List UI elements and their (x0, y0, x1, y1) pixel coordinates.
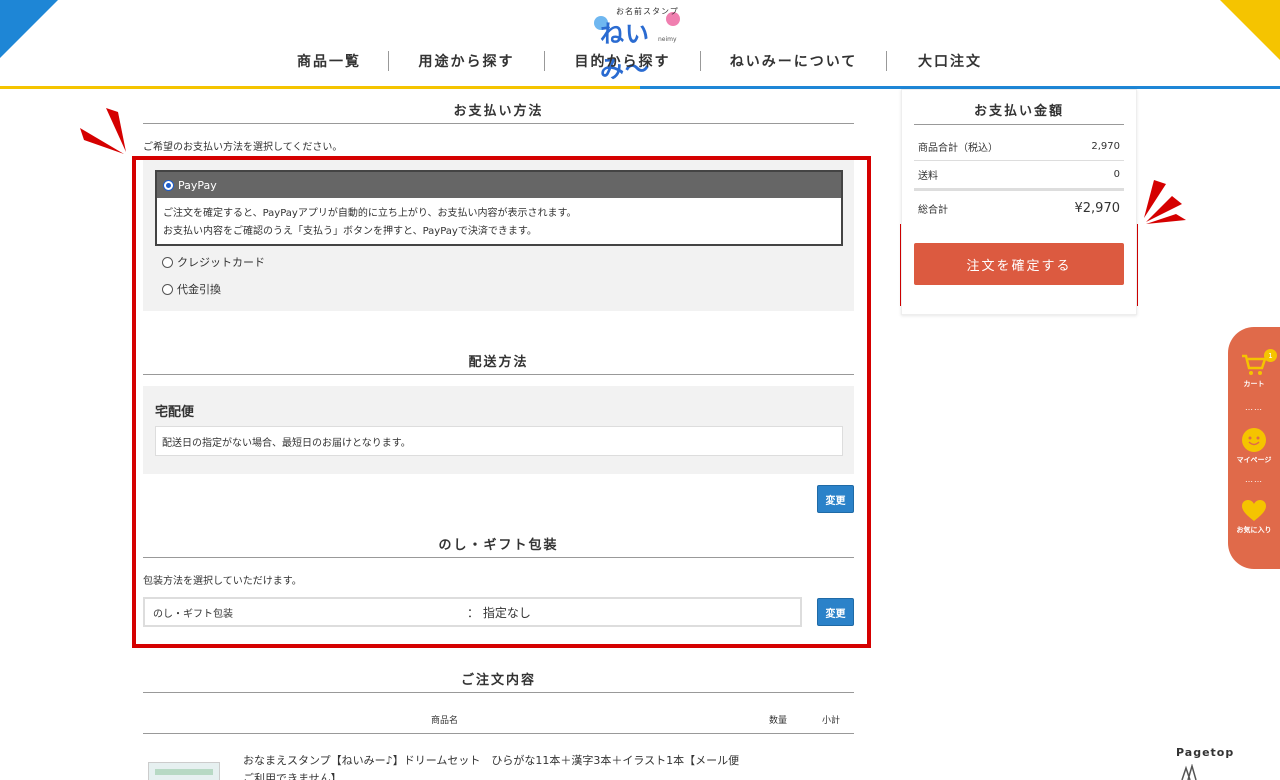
summary-divider (914, 188, 1124, 191)
payment-note: ご希望のお支払い方法を選択してください。 (143, 142, 343, 153)
summary-row-total: 総合計 ¥2,970 (914, 194, 1124, 222)
side-dots: …… (1245, 475, 1263, 484)
total-value: ¥2,970 (1074, 200, 1121, 216)
col-header-subtotal: 小計 (822, 716, 841, 726)
summary-label: 送料 (918, 171, 938, 182)
header-corner-yellow (1220, 0, 1280, 60)
site-logo[interactable]: お名前スタンプ ねいみ〜 neimy (592, 6, 688, 83)
pagetop-arrow-icon[interactable] (1180, 764, 1204, 780)
summary-title: お支払い金額 (914, 100, 1124, 125)
order-section-title: ご注文内容 (143, 669, 854, 693)
nav-item-bulk-order[interactable]: 大口注文 (887, 51, 1013, 71)
cart-label: カート (1243, 380, 1265, 388)
heart-icon (1242, 500, 1266, 521)
side-favorite[interactable]: お気に入り (1228, 499, 1280, 535)
summary-value: 2,970 (1091, 141, 1120, 152)
summary-row-subtotal: 商品合計（税込） 2,970 (914, 133, 1124, 161)
product-thumbnail[interactable] (148, 762, 220, 780)
nav-item-about[interactable]: ねいみーについて (701, 51, 886, 71)
global-nav: 商品一覧 用途から探す 目的から探す ねいみーについて 大口注文 (270, 48, 1013, 74)
col-header-name: 商品名 (431, 716, 459, 726)
side-menu: カート 1 …… マイページ …… お気に入り (1228, 327, 1280, 569)
payment-section-title: お支払い方法 (143, 100, 854, 124)
side-dots: …… (1245, 403, 1263, 412)
pagetop-link[interactable]: Pagetop (1176, 746, 1234, 759)
favorite-label: お気に入り (1236, 526, 1272, 534)
summary-row-shipping: 送料 0 (914, 161, 1124, 189)
product-name[interactable]: おなまえスタンプ【ねいみー♪】ドリームセット ひらがな11本＋漢字3本＋イラスト… (243, 752, 743, 780)
smiley-icon (1242, 428, 1266, 452)
header-corner-blue (0, 0, 58, 58)
logo-roman: neimy (658, 36, 677, 43)
total-label: 総合計 (918, 204, 948, 216)
highlight-frame-left (132, 156, 871, 648)
side-mypage[interactable]: マイページ (1228, 427, 1280, 465)
confirm-order-button[interactable]: 注文を確定する (914, 243, 1124, 285)
summary-label: 商品合計（税込） (918, 143, 998, 154)
attention-burst-icon (1144, 180, 1186, 224)
attention-burst-icon (80, 108, 126, 154)
nav-item-by-use[interactable]: 用途から探す (389, 51, 544, 71)
table-header-divider (143, 733, 854, 734)
mypage-label: マイページ (1236, 456, 1272, 464)
cart-count-badge: 1 (1264, 349, 1277, 362)
nav-item-products[interactable]: 商品一覧 (270, 51, 388, 71)
col-header-qty: 数量 (769, 716, 788, 726)
nav-item-by-purpose[interactable]: 目的から探す (545, 51, 700, 71)
summary-value: 0 (1113, 169, 1120, 180)
